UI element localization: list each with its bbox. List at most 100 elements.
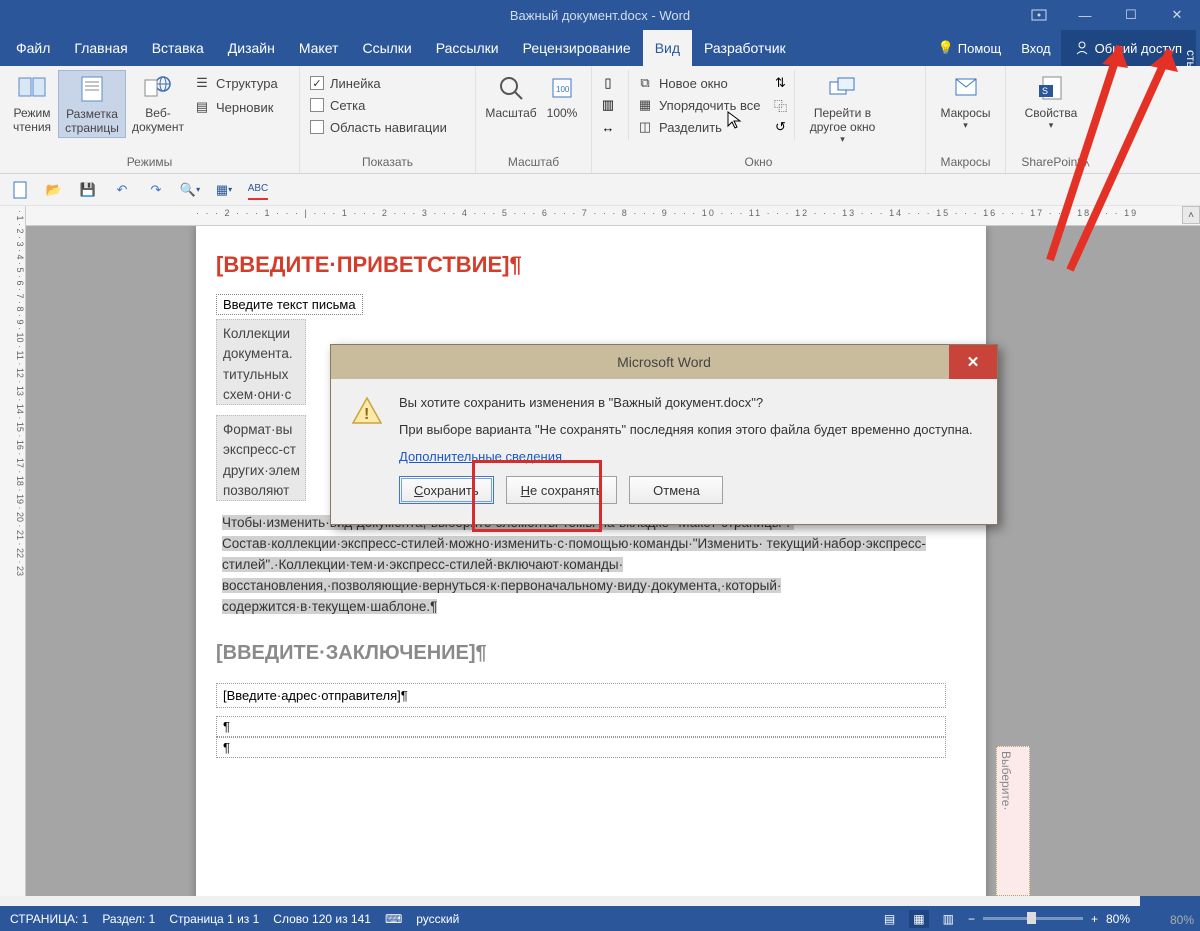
cancel-button[interactable]: Отмена <box>629 476 723 504</box>
tab-view[interactable]: Вид <box>643 30 692 66</box>
switch-windows-button[interactable]: Перейти в другое окно▾ <box>799 70 885 147</box>
draft-button[interactable]: ▤Черновик <box>194 96 278 118</box>
split-button[interactable]: ◫Разделить <box>637 116 760 138</box>
zoom-100-icon: 100 <box>546 72 578 104</box>
paragraph-2[interactable]: Формат·вы экспресс-ст других·элем позвол… <box>216 415 306 501</box>
window-title: Важный документ.docx - Word <box>0 8 1200 23</box>
field-letter-body[interactable]: Введите текст письма <box>216 294 363 315</box>
arrange-all-button[interactable]: ▦Упорядочить все <box>637 94 760 116</box>
qat-undo-icon[interactable]: ↶ <box>112 180 132 200</box>
help-button[interactable]: 💡Помощ <box>928 40 1012 56</box>
tab-design[interactable]: Дизайн <box>216 30 287 66</box>
magnifier-icon <box>495 72 527 104</box>
document-page[interactable]: [ВВЕДИТЕ·ПРИВЕТСТВИЕ]¶ Введите текст пис… <box>196 226 986 896</box>
ruler-checkbox[interactable]: ✓Линейка <box>310 72 447 94</box>
multi-page-icon[interactable]: ▥ <box>600 94 616 116</box>
sync-scroll-icon[interactable]: ⇅ <box>772 72 788 94</box>
read-mode-button[interactable]: Режим чтения <box>6 70 58 136</box>
macros-icon <box>950 72 982 104</box>
page-width-icon[interactable]: ↔ <box>600 116 616 138</box>
zoom-control[interactable]: − + 80% <box>968 912 1130 926</box>
tab-insert[interactable]: Вставка <box>140 30 216 66</box>
qat-table-icon[interactable]: ▦▾ <box>214 180 234 200</box>
status-lang-icon[interactable]: ⌨ <box>385 912 402 926</box>
status-language[interactable]: русский <box>416 912 459 926</box>
svg-text:S: S <box>1042 86 1048 96</box>
menu-bar: Файл Главная Вставка Дизайн Макет Ссылки… <box>0 30 1200 66</box>
qat-spellcheck-icon[interactable]: ABC <box>248 180 268 200</box>
zoom-slider[interactable] <box>983 917 1083 920</box>
save-dialog: Microsoft Word ✕ ! Вы хотите сохранить и… <box>330 344 998 525</box>
scroll-up-button[interactable]: ˄ <box>1182 206 1200 224</box>
workspace: · 1 · 2 · 3 · 4 · 5 · 6 · 7 · 8 · 9 · 10… <box>0 206 1200 896</box>
macros-button[interactable]: Макросы▾ <box>932 70 999 133</box>
titlebar: Важный документ.docx - Word — ☐ ✕ <box>0 0 1200 30</box>
sharepoint-icon: S <box>1035 72 1067 104</box>
properties-button[interactable]: S Свойства▾ <box>1012 70 1090 133</box>
page-layout-button[interactable]: Разметка страницы <box>58 70 126 138</box>
tab-mailings[interactable]: Рассылки <box>424 30 511 66</box>
read-mode-icon <box>16 72 48 104</box>
margin-comment-box[interactable]: Выберите· <box>996 746 1030 896</box>
tab-review[interactable]: Рецензирование <box>511 30 643 66</box>
qat-new-icon[interactable] <box>10 180 30 200</box>
paragraph-1[interactable]: Коллекции документа. титульных схем·они·… <box>216 319 306 405</box>
gridlines-checkbox[interactable]: Сетка <box>310 94 447 116</box>
qat-redo-icon[interactable]: ↷ <box>146 180 166 200</box>
qat-save-icon[interactable]: 💾 <box>78 180 98 200</box>
outer-zoom-label: 80% <box>1170 913 1194 927</box>
dialog-more-info-link[interactable]: Дополнительные сведения <box>399 449 562 464</box>
reset-pos-icon[interactable]: ↺ <box>772 116 788 138</box>
qat-find-icon[interactable]: 🔍▾ <box>180 180 200 200</box>
save-button[interactable]: Сохранить <box>399 476 494 504</box>
split-icon: ◫ <box>637 119 653 135</box>
ribbon: Режим чтения Разметка страницы Веб-докум… <box>0 66 1200 174</box>
empty-para-2[interactable]: ¶ <box>216 737 946 758</box>
document-area[interactable]: [ВВЕДИТЕ·ПРИВЕТСТВИЕ]¶ Введите текст пис… <box>26 226 1200 896</box>
status-section[interactable]: Раздел: 1 <box>102 912 155 926</box>
group-label-macros: Макросы <box>932 153 999 171</box>
tab-developer[interactable]: Разработчик <box>692 30 798 66</box>
nav-pane-checkbox[interactable]: Область навигации <box>310 116 447 138</box>
view-web-icon[interactable]: ▥ <box>943 912 954 926</box>
zoom-out-button[interactable]: − <box>968 912 975 926</box>
ribbon-collapse-button[interactable]: ˄ <box>1078 159 1096 171</box>
new-window-icon: ⧉ <box>637 75 653 91</box>
share-button[interactable]: Общий доступ <box>1061 30 1196 66</box>
outer-side-label: сть <box>1184 50 1198 68</box>
vertical-ruler: · 1 · 2 · 3 · 4 · 5 · 6 · 7 · 8 · 9 · 10… <box>0 206 26 896</box>
new-window-button[interactable]: ⧉Новое окно <box>637 72 760 94</box>
view-print-icon[interactable]: ▦ <box>909 910 928 928</box>
one-page-icon[interactable]: ▯ <box>600 72 616 94</box>
view-side-icon[interactable]: ⿻ <box>772 94 788 116</box>
zoom-button[interactable]: Масштаб <box>482 70 540 122</box>
tab-file[interactable]: Файл <box>4 30 62 66</box>
zoom-in-button[interactable]: + <box>1091 912 1098 926</box>
group-label-zoom: Масштаб <box>482 153 585 171</box>
web-layout-button[interactable]: Веб-документ <box>126 70 190 136</box>
tab-references[interactable]: Ссылки <box>350 30 423 66</box>
person-icon <box>1075 41 1089 55</box>
field-sender-address[interactable]: [Введите·адрес·отправителя]¶ <box>216 683 946 708</box>
login-button[interactable]: Вход <box>1011 41 1060 56</box>
heading-conclusion[interactable]: [ВВЕДИТЕ·ЗАКЛЮЧЕНИЕ]¶ <box>216 642 946 665</box>
arrange-icon: ▦ <box>637 97 653 113</box>
warning-icon: ! <box>351 395 383 427</box>
heading-greeting[interactable]: [ВВЕДИТЕ·ПРИВЕТСТВИЕ]¶ <box>216 252 946 278</box>
outline-button[interactable]: ☰Структура <box>194 72 278 94</box>
qat-open-icon[interactable]: 📂 <box>44 180 64 200</box>
dont-save-button[interactable]: Не сохранять <box>506 476 618 504</box>
paragraph-3[interactable]: Чтобы·изменить·вид·документа,·выберите·э… <box>216 511 946 620</box>
zoom-value[interactable]: 80% <box>1106 912 1130 926</box>
tab-layout[interactable]: Макет <box>287 30 351 66</box>
empty-para-1[interactable]: ¶ <box>216 716 946 737</box>
tab-home[interactable]: Главная <box>62 30 139 66</box>
dialog-message-2: При выборе варианта "Не сохранять" после… <box>399 422 977 437</box>
status-page[interactable]: СТРАНИЦА: 1 <box>10 912 88 926</box>
status-words[interactable]: Слово 120 из 141 <box>273 912 371 926</box>
status-page-of[interactable]: Страница 1 из 1 <box>169 912 259 926</box>
view-read-icon[interactable]: ▤ <box>884 912 895 926</box>
dialog-close-button[interactable]: ✕ <box>949 345 997 379</box>
zoom-100-button[interactable]: 100 100% <box>540 70 584 122</box>
svg-text:100: 100 <box>556 85 570 94</box>
